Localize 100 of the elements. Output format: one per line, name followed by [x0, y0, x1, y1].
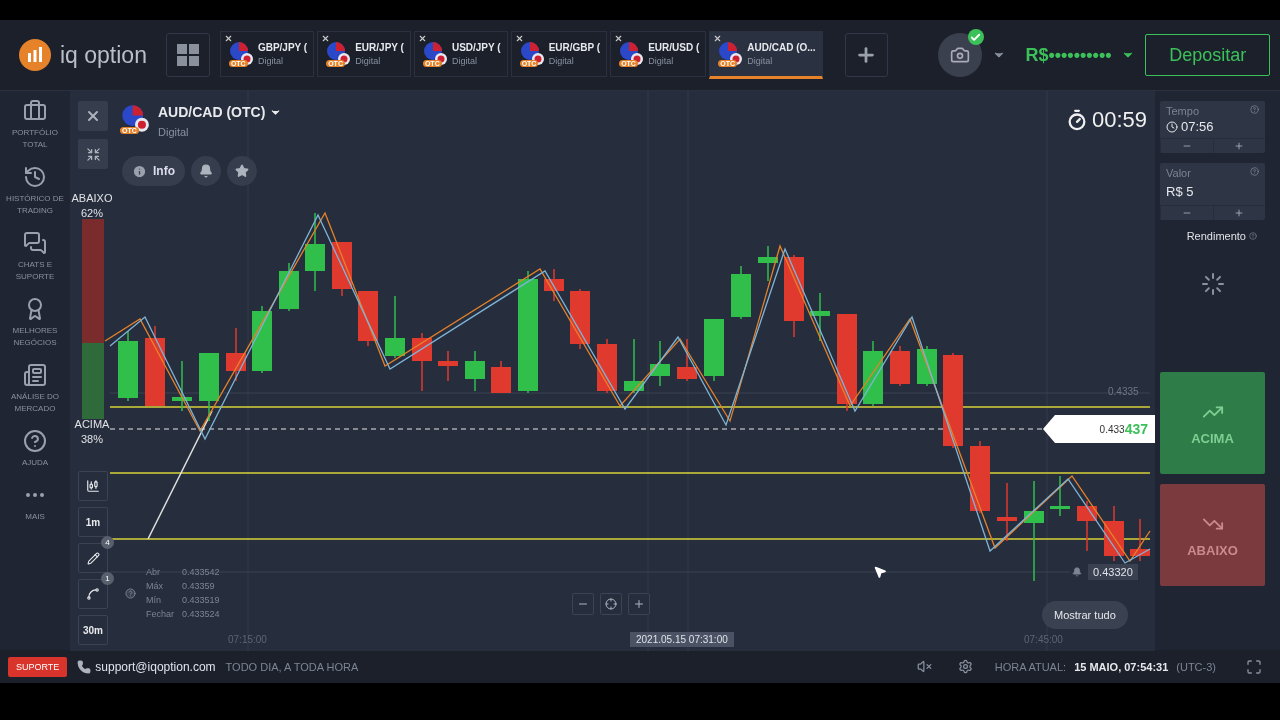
collapse-button[interactable]: [78, 139, 108, 169]
candle: [438, 350, 458, 382]
candle: [199, 352, 219, 422]
crosshair-icon: [605, 598, 617, 610]
bell-icon[interactable]: [1072, 567, 1082, 577]
show-all-button[interactable]: Mostrar tudo: [1042, 601, 1128, 629]
asset-name: AUD/CAD (O...: [747, 42, 816, 53]
up-sentiment-percent: 38%: [80, 432, 104, 447]
close-icon: [85, 108, 101, 124]
amount-value[interactable]: R$ 5: [1166, 181, 1259, 201]
candle: [650, 340, 670, 387]
plus-icon: [633, 598, 645, 610]
curve-icon: [86, 587, 100, 601]
collapse-icon: [85, 146, 101, 162]
asset-type: Digital: [548, 56, 575, 66]
candle: [226, 327, 246, 382]
chat-icon[interactable]: [23, 231, 47, 255]
close-icon[interactable]: [713, 34, 723, 43]
settings-icon[interactable]: [957, 659, 973, 674]
asset-type: Digital: [257, 56, 284, 66]
ohlc-label: Mín: [146, 594, 162, 607]
history-icon[interactable]: [23, 165, 47, 189]
candle: [597, 338, 617, 394]
favorite-button[interactable]: [227, 156, 257, 186]
candle: [279, 262, 299, 312]
flag-icon: [619, 41, 644, 67]
plus-icon: [1234, 141, 1245, 151]
deposit-button[interactable]: Depositar: [1145, 34, 1271, 76]
candle: [890, 345, 910, 387]
zoom-out-button[interactable]: [572, 593, 594, 615]
candle: [252, 305, 272, 374]
bell-icon: [199, 164, 213, 178]
sidebar-item[interactable]: AJUDA: [3, 457, 67, 469]
flag-icon: [718, 41, 743, 67]
candle: [118, 330, 138, 402]
candle: [677, 338, 697, 382]
clock-icon: [1166, 120, 1178, 133]
support-button[interactable]: SUPORTE: [8, 656, 68, 677]
recenter-button[interactable]: [600, 593, 622, 615]
info-button[interactable]: Info: [122, 156, 185, 186]
timeframe-button[interactable]: 1m: [78, 507, 108, 537]
add-tab-button[interactable]: [844, 33, 889, 77]
close-icon[interactable]: [223, 34, 233, 43]
sidebar-item[interactable]: HISTÓRICO DE TRADING: [3, 193, 67, 217]
help-icon[interactable]: [23, 429, 47, 453]
stopwatch-icon: [1066, 109, 1088, 131]
alert-button[interactable]: [191, 156, 221, 186]
asset-type: Digital: [355, 56, 382, 66]
sidebar-item[interactable]: ANÁLISE DO MERCADO: [3, 391, 67, 415]
help-icon[interactable]: [125, 587, 136, 599]
candle: [863, 340, 883, 407]
timezone: (UTC-3): [1176, 660, 1216, 673]
trend-line[interactable]: [147, 410, 213, 540]
close-icon[interactable]: [614, 34, 624, 43]
newspaper-icon[interactable]: [23, 363, 47, 387]
fullscreen-icon[interactable]: [1246, 658, 1262, 675]
instrument-title[interactable]: AUD/CAD (OTC): [158, 104, 266, 120]
balance-text[interactable]: R$••••••••••: [1025, 44, 1112, 66]
candle: [544, 268, 564, 302]
current-time: 15 MAIO, 07:54:31: [1074, 660, 1169, 673]
time-axis-label: 2021.05.15 07:31:00: [630, 632, 734, 647]
candle: [1077, 500, 1097, 552]
candle: [172, 360, 192, 412]
asset-type: Digital: [648, 56, 675, 66]
candle: [1050, 475, 1070, 517]
close-icon[interactable]: [514, 34, 524, 43]
sidebar-item[interactable]: PORTFÓLIO TOTAL: [3, 127, 67, 151]
plus-icon: [1234, 208, 1245, 218]
close-button[interactable]: [78, 101, 108, 131]
timeframe-button[interactable]: 30m: [78, 615, 108, 645]
flag-icon: [120, 104, 150, 134]
candle: [491, 360, 511, 394]
zoom-in-button[interactable]: [628, 593, 650, 615]
down-sentiment-label: ABAIXO: [70, 191, 114, 206]
asset-name: GBP/JPY (: [257, 42, 308, 53]
sidebar-item[interactable]: CHATS E SUPORTE: [3, 259, 67, 283]
asset-name: EUR/USD (: [648, 42, 700, 53]
grid-button[interactable]: [166, 33, 210, 77]
time-value[interactable]: 07:56: [1181, 119, 1214, 134]
close-icon[interactable]: [417, 34, 427, 43]
candle: [810, 292, 830, 342]
briefcase-icon[interactable]: [23, 99, 47, 123]
candle: [412, 332, 432, 392]
support-email[interactable]: support@iqoption.com: [95, 659, 216, 674]
price-base: 0.433: [1099, 423, 1125, 435]
flag-icon: [326, 41, 351, 67]
mute-icon[interactable]: [916, 659, 932, 674]
chart-type-button[interactable]: [78, 471, 108, 501]
close-icon[interactable]: [321, 34, 331, 43]
ohlc-label: Abr: [146, 566, 161, 579]
ohlc-value: 0.433519: [182, 594, 220, 607]
price-digits: 437: [1124, 421, 1148, 437]
indicators-button[interactable]: [78, 579, 108, 609]
yield-label: Rendimento: [1186, 230, 1246, 242]
drawing-tools-button[interactable]: [78, 543, 108, 573]
cursor-icon: [873, 565, 887, 579]
sidebar-item[interactable]: MAIS: [3, 511, 67, 523]
sidebar-item[interactable]: MELHORES NEGÓCIOS: [3, 325, 67, 349]
time-axis-label: 07:45:00: [1023, 633, 1064, 647]
grid-icon: [177, 44, 200, 66]
